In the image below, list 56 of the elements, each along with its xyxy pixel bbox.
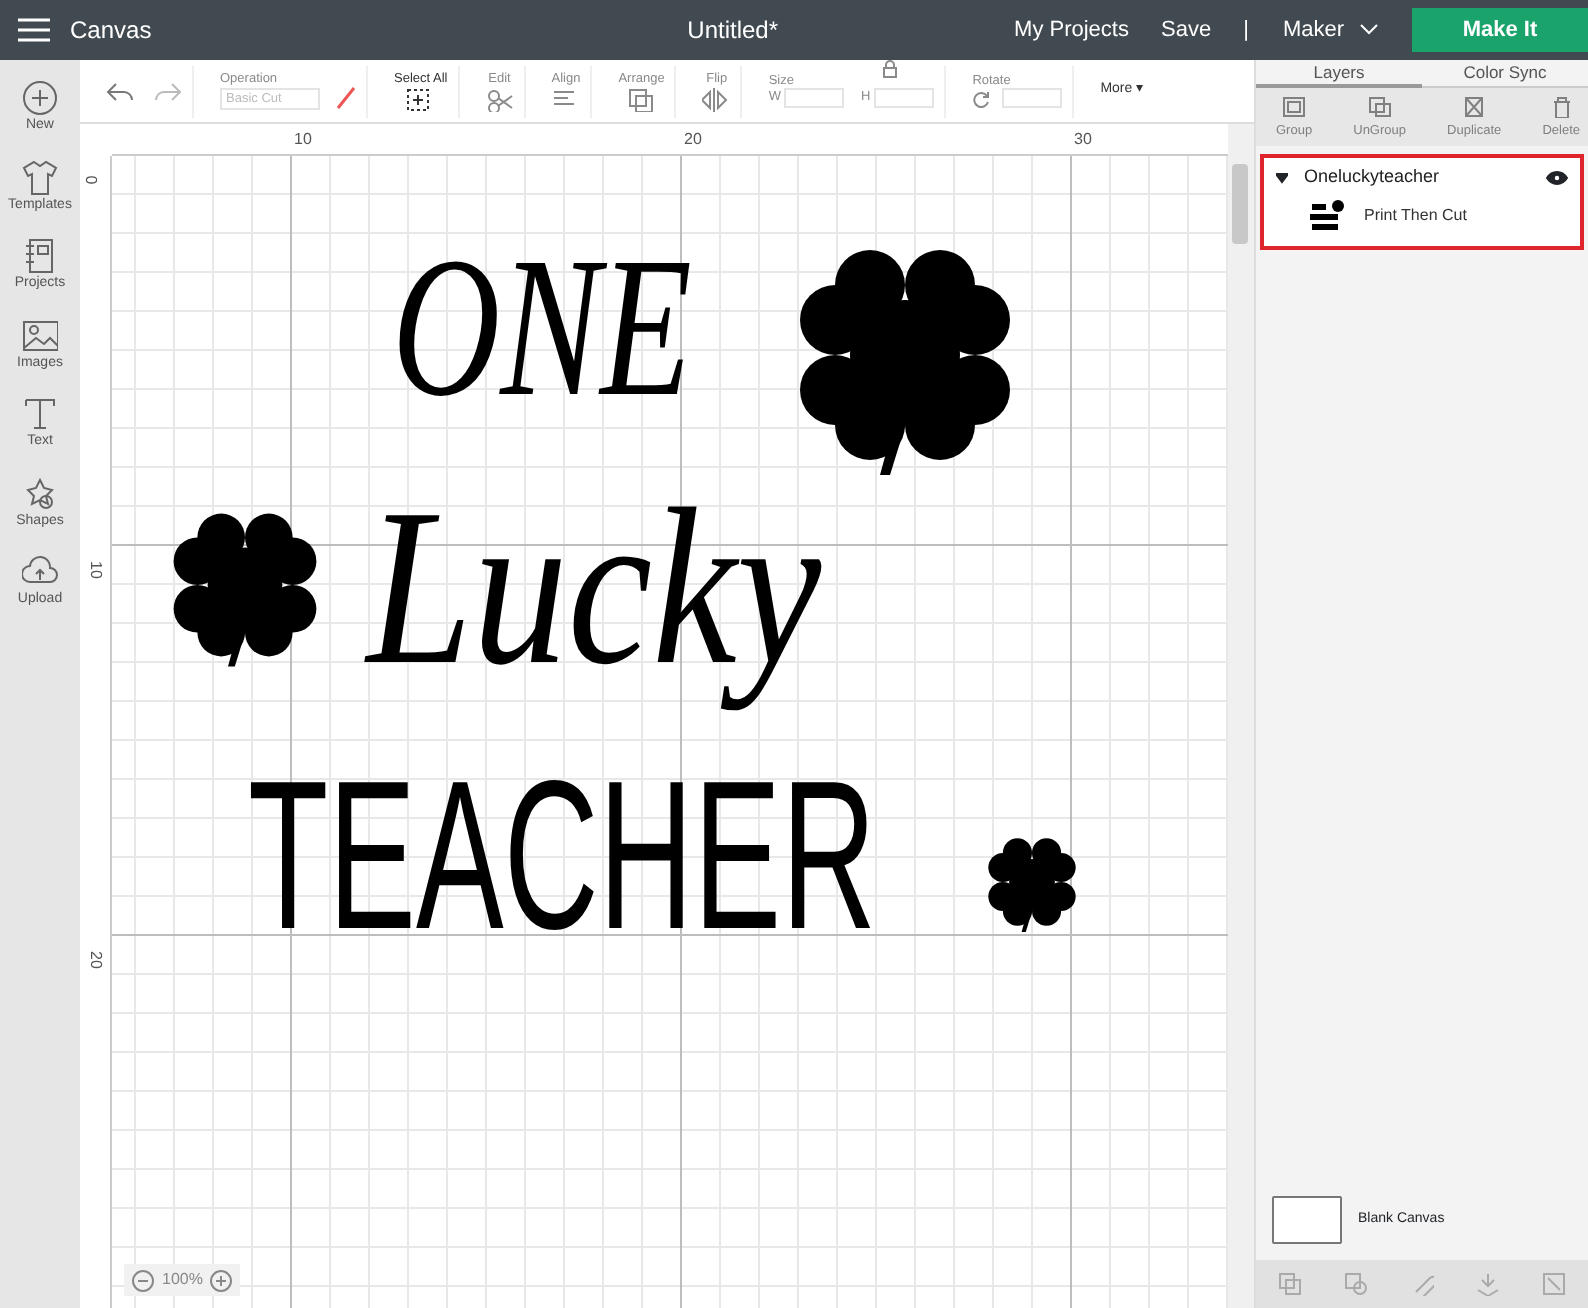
zoom-level: 100%	[162, 1268, 203, 1292]
toolbar-icon[interactable]	[1277, 1272, 1302, 1296]
toolbar-icon[interactable]	[1476, 1272, 1501, 1296]
undo-icon[interactable]	[106, 81, 134, 101]
design-text: TEACHER	[248, 740, 877, 974]
zoom-out-icon[interactable]	[132, 1269, 154, 1291]
document-title: Untitled*	[687, 15, 779, 44]
toolbar-icon[interactable]	[1542, 1272, 1567, 1296]
layer-name: Oneluckyteacher	[1304, 163, 1442, 190]
size-field[interactable]	[784, 88, 845, 109]
ruler-number: 20	[84, 951, 107, 969]
header-link[interactable]: Save	[1161, 13, 1212, 47]
menu-icon[interactable]	[18, 18, 50, 42]
flip-icon	[702, 88, 731, 113]
ruler-number: 0	[80, 175, 103, 185]
shapes-icon	[22, 475, 58, 511]
chevron-icon	[1360, 24, 1378, 36]
layer-item-label: Print Then Cut	[1364, 204, 1467, 229]
layer-action-icon	[1367, 96, 1392, 118]
select-all-icon	[406, 88, 435, 113]
layer-action-icon	[1282, 96, 1307, 118]
scissors-icon	[485, 88, 514, 113]
image-icon	[22, 317, 58, 353]
canvas-swatch	[1272, 1196, 1342, 1244]
header-link[interactable]: My Projects	[1014, 13, 1129, 47]
size-field[interactable]	[874, 88, 935, 109]
layer-group[interactable]: Oneluckyteacher Print Then Cut	[1260, 153, 1584, 251]
ruler-number: 30	[1074, 128, 1092, 152]
ruler-number: 10	[294, 128, 312, 152]
text-icon	[22, 396, 58, 432]
design-text: ONE	[392, 214, 694, 442]
notebook-icon	[21, 238, 58, 274]
redo-icon[interactable]	[154, 81, 182, 101]
scrollbar-thumb[interactable]	[1232, 164, 1248, 244]
plus-icon	[22, 80, 58, 116]
rotate-field[interactable]	[1002, 88, 1063, 109]
pen-icon[interactable]	[336, 86, 356, 111]
ruler-number: 20	[684, 128, 702, 152]
layer-action-icon	[1549, 96, 1574, 118]
design-text: Lucky	[362, 462, 824, 716]
shirt-icon	[22, 159, 58, 195]
toolbar-icon[interactable]	[1343, 1272, 1368, 1296]
zoom-in-icon[interactable]	[210, 1269, 233, 1291]
machine-dropdown[interactable]: Maker	[1280, 11, 1380, 49]
rotate-icon	[972, 89, 991, 108]
layer-action-icon	[1462, 96, 1487, 118]
caret-icon[interactable]	[1276, 171, 1288, 183]
separator-text: |	[1243, 15, 1249, 46]
ruler-number: 10	[84, 561, 107, 579]
make-it-button[interactable]: Make It	[1412, 8, 1588, 52]
app-title: Canvas	[70, 14, 152, 48]
arrange-icon	[627, 88, 656, 113]
clover-drawing	[988, 838, 1076, 932]
eye-icon[interactable]	[1546, 169, 1568, 185]
lock-icon[interactable]	[882, 60, 899, 78]
layer-thumbnail-icon	[1308, 198, 1348, 235]
